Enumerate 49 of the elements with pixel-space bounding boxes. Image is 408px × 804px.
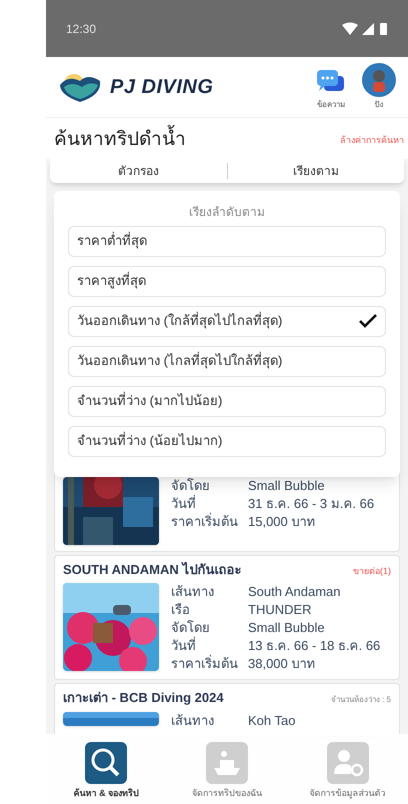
- nav-item[interactable]: ค้นหา & จองทริป: [46, 734, 167, 804]
- row-label: จัดโดย: [171, 476, 211, 494]
- row-value: Koh Tao: [248, 712, 296, 730]
- row-label: วันที่: [171, 494, 197, 512]
- row-label: ราคาเริ่มต้น: [171, 512, 239, 530]
- nav-item[interactable]: จัดการทริปของฉัน: [166, 734, 288, 804]
- row-label: เส้นทาง: [171, 583, 215, 601]
- sort-option[interactable]: จำนวนที่ว่าง (น้อยไปมาก): [68, 426, 386, 456]
- trip-title: เกาะเต่า - BCB Diving 2024: [63, 689, 224, 707]
- profile-icon: [326, 742, 369, 784]
- sort-panel-title: เรียงลำดับตาม: [188, 204, 266, 220]
- sort-option[interactable]: วันออกเดินทาง (ใกล้ที่สุดไปไกลที่สุด): [68, 306, 386, 336]
- sort-option[interactable]: จำนวนที่ว่าง (มากไปน้อย): [68, 386, 386, 416]
- tab[interactable]: เรียงตาม: [228, 158, 404, 182]
- logo-icon: [58, 71, 102, 103]
- status-time: 12:30: [66, 20, 96, 38]
- nav-label: ค้นหา & จองทริป: [74, 787, 140, 800]
- row-label: ราคาเริ่มต้น: [171, 655, 239, 673]
- row-value: 31 ธ.ค. 66 - 3 ม.ค. 66: [248, 494, 374, 512]
- row-label: วันที่: [171, 637, 197, 654]
- rooms-available-label: จำนวนห้องว่าง : 5: [330, 694, 391, 706]
- sort-option[interactable]: ราคาสูงที่สุด: [68, 266, 386, 296]
- nav-item[interactable]: จัดการข้อมูลส่วนตัว: [287, 734, 408, 804]
- row-label: เรือ: [171, 601, 191, 619]
- row-value: 13 ธ.ค. 66 - 18 ธ.ค. 66: [248, 637, 380, 655]
- boat-icon: [206, 742, 248, 784]
- row-label: เส้นทาง: [171, 712, 215, 730]
- row-value: Small Bubble: [248, 619, 325, 637]
- sort-option[interactable]: วันออกเดินทาง (ไกลที่สุดไปใกล้ที่สุด): [68, 346, 386, 376]
- row-value: 38,000 บาท: [248, 655, 316, 673]
- status-icons: [342, 22, 388, 36]
- tab[interactable]: ตัวกรอง: [50, 158, 226, 182]
- row-value: THUNDER: [248, 601, 312, 619]
- row-value: South Andaman: [248, 583, 341, 601]
- action-label[interactable]: ปัง: [374, 99, 384, 111]
- resale-label: ขายต่อ(1): [353, 564, 391, 578]
- nav-label: จัดการทริปของฉัน: [192, 787, 262, 800]
- sort-option[interactable]: ราคาต่ำที่สุด: [68, 226, 386, 256]
- page-title: ค้นหาทริปดำน้ำ: [54, 126, 186, 154]
- row-value: Small Bubble: [248, 476, 325, 494]
- trip-title: SOUTH ANDAMAN ไปกันเถอะ: [63, 560, 242, 578]
- brand-name: PJ DIVING: [110, 75, 214, 100]
- nav-label: จัดการข้อมูลส่วนตัว: [310, 787, 386, 800]
- avatar-icon: [362, 63, 396, 97]
- action-label[interactable]: ข้อความ: [317, 99, 345, 111]
- row-value: 15,000 บาท: [248, 512, 316, 530]
- clear-search-link[interactable]: ล้างค่าการค้นหา: [340, 134, 404, 147]
- row-label: จัดโดย: [171, 619, 211, 636]
- search-icon: [85, 742, 128, 784]
